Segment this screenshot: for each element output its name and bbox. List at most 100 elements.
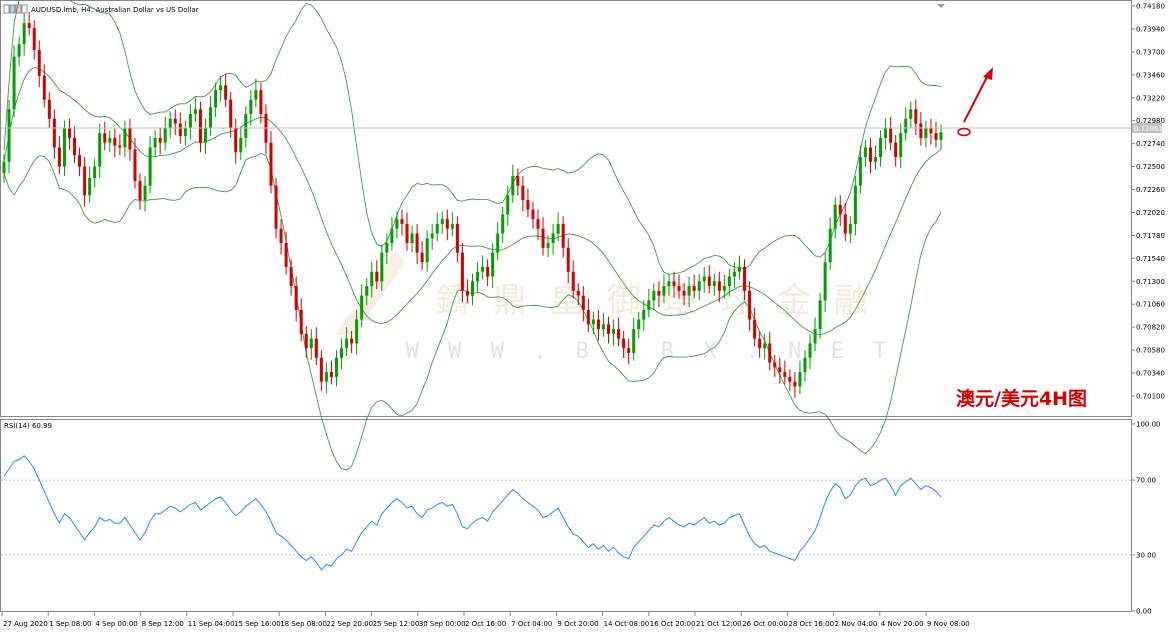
candle-body: [445, 219, 449, 229]
candle-body: [274, 185, 278, 229]
candle-body: [647, 300, 651, 310]
price-tick-label: 0.71540: [1136, 255, 1165, 263]
candle-body: [818, 300, 822, 330]
candle-body: [934, 133, 938, 140]
candle-body: [57, 147, 61, 167]
candle-body: [420, 252, 424, 263]
candle-body: [183, 128, 187, 136]
candle-body: [415, 233, 419, 253]
time-tick-label: 22 Sep 20:00: [326, 620, 373, 628]
candle-body: [425, 238, 429, 263]
time-tick-label: 30 Sep 00:00: [419, 620, 466, 628]
candle-body: [808, 343, 812, 358]
time-tick-label: 8 Sep 12:00: [142, 620, 184, 628]
candle-body: [108, 137, 112, 143]
candle-body: [576, 290, 580, 296]
candle-body: [163, 128, 167, 143]
candle-body: [586, 309, 590, 325]
time-tick-label: 1 Sep 08:00: [49, 620, 91, 628]
candle-body: [42, 75, 46, 100]
price-tick-label: 0.70580: [1136, 347, 1165, 355]
time-tick-label: 16 Oct 20:00: [650, 620, 696, 628]
candle-body: [279, 228, 283, 244]
candle-body: [828, 228, 832, 263]
candle-body: [460, 252, 464, 291]
candle-body: [924, 128, 928, 138]
candle-body: [455, 223, 459, 253]
candle-body: [2, 161, 6, 174]
candle-body: [848, 223, 852, 234]
candle-body: [62, 128, 66, 167]
candle-body: [158, 137, 162, 143]
candle-body: [88, 178, 92, 196]
candle-body: [617, 329, 621, 339]
candle-body: [853, 185, 857, 224]
candle-body: [324, 372, 328, 382]
candle-body: [465, 290, 469, 296]
candle-body: [919, 123, 923, 138]
candle-body: [753, 319, 757, 339]
price-axis: 0.741800.739400.737000.734600.732200.729…: [1131, 3, 1165, 401]
price-tick-label: 0.72740: [1136, 140, 1165, 148]
candle-body: [73, 137, 77, 156]
candle-body: [244, 114, 248, 138]
candle-body: [868, 147, 872, 162]
candle-body: [763, 343, 767, 349]
candle-body: [798, 372, 802, 387]
time-tick-label: 25 Sep 12:00: [373, 620, 420, 628]
candle-body: [622, 338, 626, 349]
candle-body: [677, 286, 681, 291]
candle-body: [430, 233, 434, 239]
candle-body: [93, 166, 97, 179]
candle-body: [209, 107, 213, 129]
candle-body: [874, 157, 878, 162]
time-tick-label: 21 Oct 12:00: [696, 620, 742, 628]
candle-body: [707, 276, 711, 287]
candle-body: [556, 223, 560, 234]
candle-body: [768, 343, 772, 363]
candle-body: [783, 372, 787, 377]
candle-body: [299, 309, 303, 334]
candle-body: [536, 219, 540, 229]
candle-body: [113, 137, 117, 146]
candle-body: [541, 228, 545, 248]
candle-body: [506, 195, 510, 215]
candle-body: [410, 233, 414, 244]
price-tick-label: 0.73460: [1136, 71, 1165, 79]
candle-body: [98, 133, 102, 167]
candle-body: [843, 214, 847, 234]
candle-body: [571, 271, 575, 291]
candle-body: [198, 109, 202, 143]
candle-body: [118, 145, 122, 148]
candle-body: [863, 147, 867, 158]
candle-body: [591, 319, 595, 325]
price-tick-label: 0.70100: [1136, 393, 1165, 401]
candle-body: [486, 266, 490, 277]
candle-body: [259, 90, 263, 115]
price-tick-label: 0.70340: [1136, 370, 1165, 378]
candle-body: [78, 155, 82, 167]
candle-body: [743, 266, 747, 291]
price-tick-label: 0.72500: [1136, 163, 1165, 171]
candle-body: [632, 329, 636, 353]
price-tick-label: 0.73220: [1136, 94, 1165, 102]
candle-body: [516, 176, 520, 186]
candle-body: [581, 295, 585, 310]
time-tick-label: 2 Oct 16:00: [465, 620, 506, 628]
price-tick-label: 0.71300: [1136, 278, 1165, 286]
candle-body: [692, 286, 696, 291]
candle-body: [899, 133, 903, 158]
time-tick-label: 4 Nov 20:00: [881, 620, 924, 628]
candle-body: [67, 128, 71, 138]
candle-body: [219, 85, 223, 91]
candle-body: [521, 185, 525, 201]
candle-body: [360, 295, 364, 320]
candle-body: [884, 128, 888, 138]
candle-body: [289, 266, 293, 287]
candle-body: [682, 290, 686, 296]
candle-body: [304, 333, 308, 349]
time-tick-label: 9 Oct 20:00: [557, 620, 598, 628]
time-tick-label: 11 Sep 04:00: [188, 620, 235, 628]
candle-body: [511, 176, 515, 196]
current-price-label: 0.72861: [1134, 125, 1163, 133]
